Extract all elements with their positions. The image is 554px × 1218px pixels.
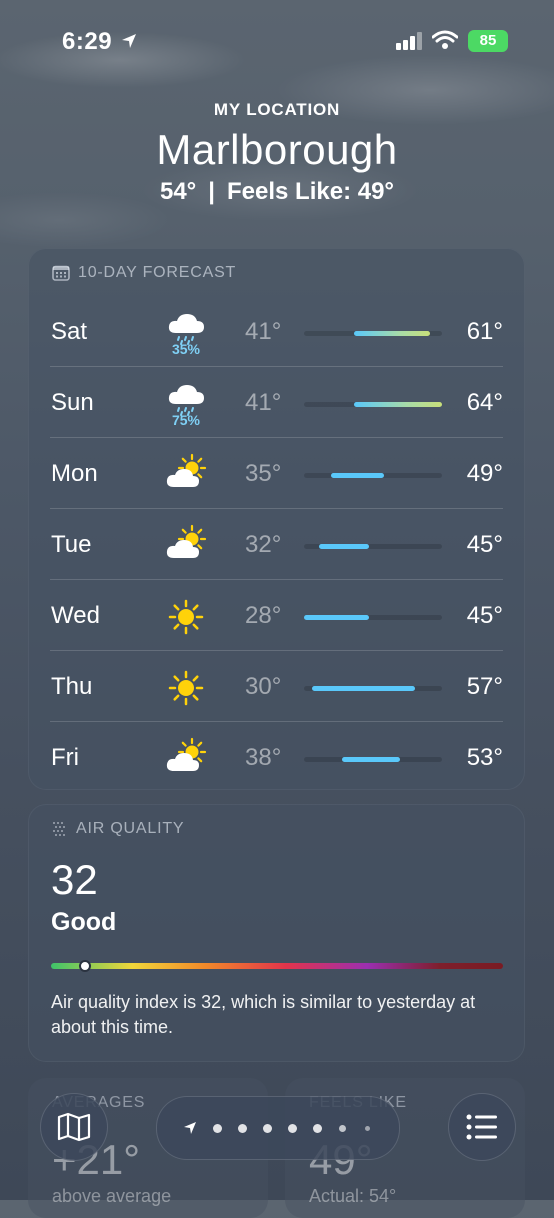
forecast-row[interactable]: Mon 35° 49°: [28, 439, 525, 509]
city-name: Marlborough: [156, 126, 398, 173]
forecast-row[interactable]: Tue 32° 45°: [28, 510, 525, 580]
row-divider: [50, 579, 503, 580]
row-divider: [50, 721, 503, 722]
partly-cloudy-icon: [164, 453, 208, 497]
list-icon: [466, 1114, 497, 1140]
current-temp: 54°: [159, 178, 197, 205]
high-temp: 57°: [466, 673, 503, 700]
calendar-icon: [52, 265, 70, 281]
low-temp: 35°: [245, 460, 282, 487]
air-quality-card[interactable]: AIR QUALITY 32 Good Air quality index is…: [28, 804, 525, 1062]
high-temp: 45°: [466, 531, 503, 558]
temp-range-bar: [304, 615, 370, 620]
precip-chance: 75%: [171, 412, 201, 428]
row-divider: [50, 437, 503, 438]
forecast-day: Sat: [51, 318, 88, 345]
temp-range-track: [304, 402, 442, 407]
temp-range-bar: [330, 473, 385, 478]
forecast-day: Sun: [51, 389, 94, 416]
forecast-row[interactable]: Fri 38° 53°: [28, 723, 525, 793]
sun-icon: [164, 666, 208, 710]
temp-range-track: [304, 544, 442, 549]
high-temp: 61°: [466, 318, 503, 345]
temp-range-track: [304, 615, 442, 620]
low-temp: 28°: [245, 602, 282, 629]
partly-cloudy-icon: [164, 737, 208, 781]
high-temp: 53°: [466, 744, 503, 771]
low-temp: 41°: [245, 318, 282, 345]
high-temp: 64°: [466, 389, 503, 416]
cellular-signal-icon: [396, 32, 422, 50]
row-divider: [50, 650, 503, 651]
temp-range-bar: [353, 331, 431, 336]
air-quality-title: AIR QUALITY: [52, 820, 184, 838]
forecast-day: Fri: [51, 744, 79, 771]
air-quality-title-text: AIR QUALITY: [76, 820, 185, 837]
forecast-row[interactable]: Thu 30° 57°: [28, 652, 525, 722]
forecast-row[interactable]: Wed 28° 45°: [28, 581, 525, 651]
row-divider: [50, 508, 503, 509]
page-dot[interactable]: [238, 1124, 247, 1133]
page-dot[interactable]: [213, 1124, 222, 1133]
feels-like-subtitle: Actual: 54°: [309, 1186, 397, 1206]
temp-range-track: [304, 331, 442, 336]
precip-chance: 35%: [171, 341, 201, 357]
high-temp: 45°: [466, 602, 503, 629]
forecast-title-text: 10-DAY FORECAST: [78, 264, 237, 281]
temp-range-bar: [319, 544, 370, 549]
forecast-day: Wed: [51, 602, 100, 629]
location-pager[interactable]: [156, 1096, 400, 1160]
battery-indicator: 85: [468, 30, 508, 52]
air-quality-description: Air quality index is 32, which is simila…: [51, 992, 476, 1037]
location-header: MY LOCATION Marlborough 54° | Feels Like: …: [0, 100, 554, 206]
page-dot[interactable]: [263, 1124, 272, 1133]
temp-range-track: [304, 686, 442, 691]
forecast-card[interactable]: 10-DAY FORECAST Sat 35% 41° 61° Sun 75% 41° 64°…: [28, 248, 525, 790]
low-temp: 41°: [245, 389, 282, 416]
current-conditions: 54° | Feels Like: 49°: [0, 178, 554, 206]
air-quality-icon: [53, 822, 65, 836]
partly-cloudy-icon: [164, 524, 208, 568]
forecast-day: Thu: [51, 673, 93, 700]
page-dot[interactable]: [365, 1126, 370, 1131]
page-dot[interactable]: [313, 1124, 322, 1133]
temp-range-track: [304, 757, 442, 762]
forecast-row[interactable]: Sun 75% 41° 64°: [28, 368, 525, 438]
location-arrow-icon: [122, 34, 136, 48]
temp-range-bar: [353, 402, 442, 407]
air-quality-value: 32: [51, 856, 98, 903]
temp-range-bar: [311, 686, 416, 691]
map-button[interactable]: [40, 1093, 108, 1161]
low-temp: 32°: [245, 531, 282, 558]
map-icon: [57, 1112, 91, 1142]
forecast-day: Mon: [51, 460, 98, 487]
air-quality-scale: [51, 960, 503, 972]
forecast-day: Tue: [51, 531, 92, 558]
location-list-button[interactable]: [448, 1093, 516, 1161]
page-dot[interactable]: [339, 1125, 346, 1132]
forecast-row[interactable]: Sat 35% 41° 61°: [28, 297, 525, 367]
air-quality-category: Good: [51, 908, 117, 936]
temp-range-track: [304, 473, 442, 478]
wifi-icon: [432, 30, 458, 49]
low-temp: 30°: [245, 673, 282, 700]
high-temp: 49°: [466, 460, 503, 487]
page-dot[interactable]: [288, 1124, 297, 1133]
status-time: 6:29: [62, 28, 113, 55]
current-location-page-icon: [184, 1122, 196, 1134]
forecast-title: 10-DAY FORECAST: [52, 264, 236, 282]
status-bar: 6:29 85: [0, 0, 554, 80]
averages-subtitle: above average: [52, 1186, 172, 1206]
separator: |: [208, 178, 215, 205]
feels-like: Feels Like: 49°: [227, 178, 395, 205]
air-quality-indicator: [78, 960, 91, 972]
row-divider: [50, 366, 503, 367]
low-temp: 38°: [245, 744, 282, 771]
location-label: MY LOCATION: [213, 100, 341, 119]
sun-icon: [164, 595, 208, 639]
temp-range-bar: [342, 757, 400, 762]
